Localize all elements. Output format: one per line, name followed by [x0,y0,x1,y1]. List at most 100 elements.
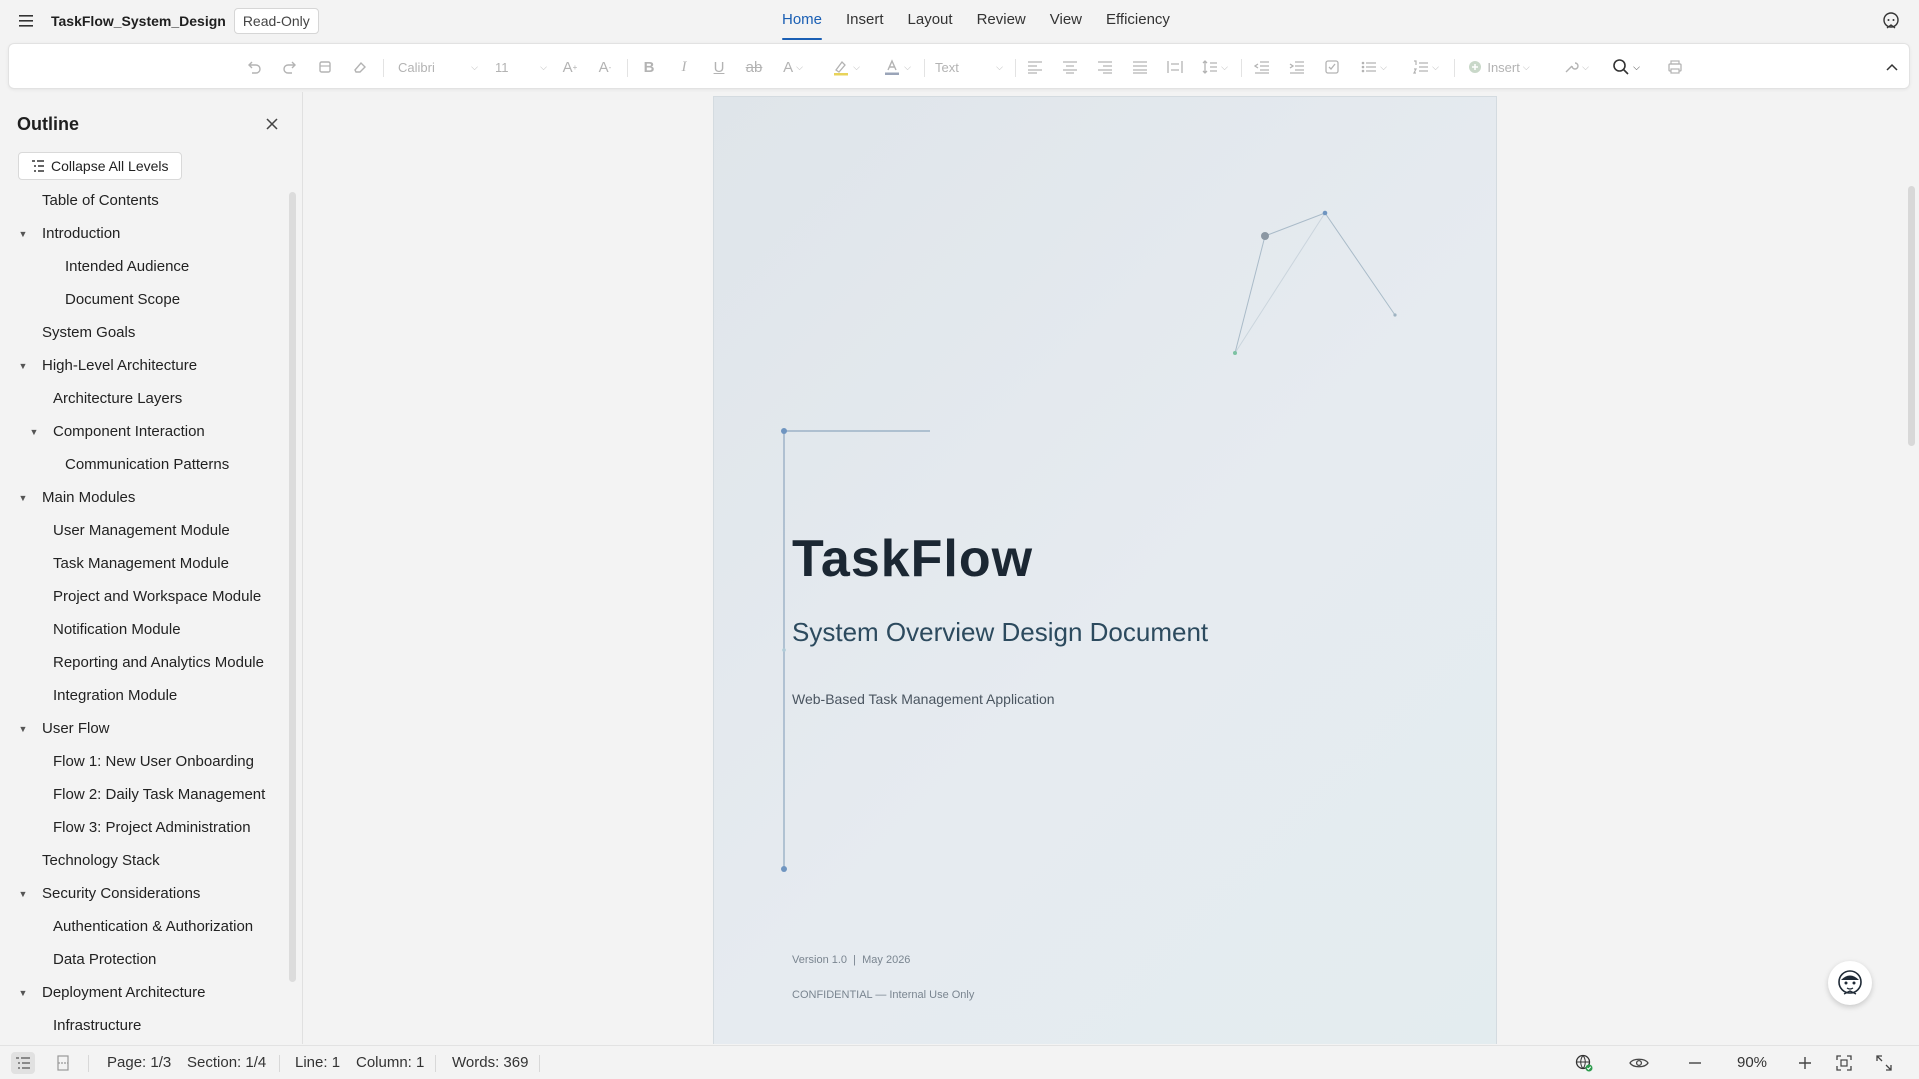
italic-icon[interactable]: I [671,44,697,90]
format-painter-icon[interactable] [312,44,338,90]
outline-item[interactable]: ▼ Deployment Architecture [18,976,206,1009]
highlight-color-icon[interactable]: ⌵ [826,44,866,90]
paragraph-style-select[interactable]: Text ⌵ [931,44,1007,90]
outline-item[interactable]: Flow 3: Project Administration [29,811,251,844]
outline-panel: Outline Collapse All Levels Table of Con… [0,104,300,1044]
outline-item[interactable]: ▼ Introduction [18,217,121,250]
strikethrough-icon[interactable]: ab [741,44,767,90]
underline-icon[interactable]: U [706,44,732,90]
font-color-icon[interactable]: ⌵ [877,44,917,90]
tab-home[interactable]: Home [770,0,834,42]
page-indicator[interactable]: Page: 1/3 [107,1054,171,1071]
outline-item[interactable]: ▼ Component Interaction [29,415,205,448]
zoom-in-icon[interactable] [1793,1052,1817,1074]
increase-font-icon[interactable]: A + [557,44,583,90]
outline-item-label: Introduction [42,225,121,242]
outline-item-label: Document Scope [65,291,181,308]
bold-icon[interactable]: B [636,44,662,90]
expand-toggle-icon[interactable]: ▼ [18,493,28,503]
expand-toggle-icon[interactable]: ▼ [18,889,28,899]
outline-item[interactable]: Integration Module [29,679,177,712]
language-check-icon[interactable] [1572,1052,1596,1074]
outline-toggle-icon[interactable] [11,1052,35,1074]
tools-icon[interactable]: ⌵ [1556,44,1596,90]
undo-icon[interactable] [241,44,267,90]
outline-item[interactable]: ▼ Security Considerations [18,877,201,910]
decrease-font-icon[interactable]: A- [592,44,618,90]
zoom-level[interactable]: 90% [1737,1054,1767,1071]
fit-page-icon[interactable] [1832,1052,1856,1074]
outline-item[interactable]: Architecture Layers [29,382,182,415]
tab-efficiency[interactable]: Efficiency [1094,0,1182,42]
align-left-icon[interactable] [1022,44,1048,90]
outline-item[interactable]: Notification Module [29,613,181,646]
assistant-mascot-icon[interactable] [1881,11,1903,33]
outline-item[interactable]: Task Management Module [29,547,229,580]
text-effects-icon[interactable]: A ⌵ [776,44,810,90]
hamburger-menu-icon[interactable] [16,10,38,32]
close-icon[interactable] [262,114,282,134]
outline-item[interactable]: Document Scope [41,283,180,316]
line-spacing-icon[interactable]: ⌵ [1197,44,1233,90]
outline-item-label: High-Level Architecture [42,357,198,374]
expand-toggle-icon[interactable]: ▼ [18,229,28,239]
page-layout-icon[interactable] [51,1052,75,1074]
chevron-down-icon: ⌵ [471,61,478,72]
expand-toggle-icon[interactable]: ▼ [18,988,28,998]
chevron-down-icon: ⌵ [540,61,547,72]
align-center-icon[interactable] [1057,44,1083,90]
expand-toggle-icon[interactable]: ▼ [18,724,28,734]
outline-item[interactable]: Authentication & Authorization [29,910,253,943]
tab-insert[interactable]: Insert [834,0,896,42]
redo-icon[interactable] [277,44,303,90]
insert-button[interactable]: Insert ⌵ [1462,44,1536,90]
zoom-out-icon[interactable] [1683,1052,1707,1074]
font-family-select[interactable]: Calibri ⌵ [394,44,482,90]
tab-layout[interactable]: Layout [896,0,965,42]
outline-item[interactable]: Infrastructure [29,1009,141,1042]
document-scrollbar[interactable] [1908,186,1915,446]
outline-item[interactable]: Communication Patterns [41,448,229,481]
increase-indent-icon[interactable] [1284,44,1310,90]
checklist-icon[interactable] [1319,44,1345,90]
outline-item[interactable]: System Goals [18,316,135,349]
fullscreen-icon[interactable] [1872,1052,1896,1074]
outline-item-label: Flow 1: New User Onboarding [53,753,254,770]
bullet-list-icon[interactable]: ⌵ [1354,44,1394,90]
outline-item[interactable]: Data Protection [29,943,156,976]
expand-toggle-icon[interactable]: ▼ [29,427,39,437]
tab-review[interactable]: Review [965,0,1038,42]
outline-item[interactable]: Table of Contents [18,184,159,217]
outline-item[interactable]: ▼ User Flow [18,712,110,745]
outline-scrollbar[interactable] [289,192,296,982]
outline-item[interactable]: Technology Stack [18,844,160,877]
distributed-align-icon[interactable] [1162,44,1188,90]
search-icon[interactable]: ⌵ [1606,44,1646,90]
word-count[interactable]: Words: 369 [452,1054,528,1071]
expand-toggle-icon[interactable]: ▼ [18,361,28,371]
collapse-all-levels-button[interactable]: Collapse All Levels [18,152,182,180]
reading-view-icon[interactable] [1627,1052,1651,1074]
document-page: TaskFlow System Overview Design Document… [713,96,1497,1044]
chevron-down-icon: ⌵ [996,61,1003,72]
justify-icon[interactable] [1127,44,1153,90]
ai-assistant-button[interactable] [1828,961,1872,1005]
numbered-list-icon[interactable]: ⌵ [1406,44,1446,90]
outline-item[interactable]: ▼ Main Modules [18,481,136,514]
outline-item[interactable]: User Management Module [29,514,230,547]
outline-item[interactable]: Flow 2: Daily Task Management [29,778,265,811]
outline-item[interactable]: Intended Audience [41,250,189,283]
eraser-icon[interactable] [347,44,373,90]
outline-item[interactable]: Reporting and Analytics Module [29,646,264,679]
outline-tree: Table of Contents ▼ Introduction Intended A… [0,184,285,1044]
title-bar: TaskFlow_System_Design Read-Only Home In… [0,0,1919,42]
outline-item[interactable]: Flow 1: New User Onboarding [29,745,254,778]
font-size-select[interactable]: 11 ⌵ [491,44,551,90]
tab-view[interactable]: View [1038,0,1094,42]
collapse-toolbar-icon[interactable] [1879,44,1905,90]
print-icon[interactable] [1662,44,1688,90]
outline-item[interactable]: ▼ High-Level Architecture [18,349,198,382]
align-right-icon[interactable] [1092,44,1118,90]
decrease-indent-icon[interactable] [1249,44,1275,90]
outline-item[interactable]: Project and Workspace Module [29,580,261,613]
